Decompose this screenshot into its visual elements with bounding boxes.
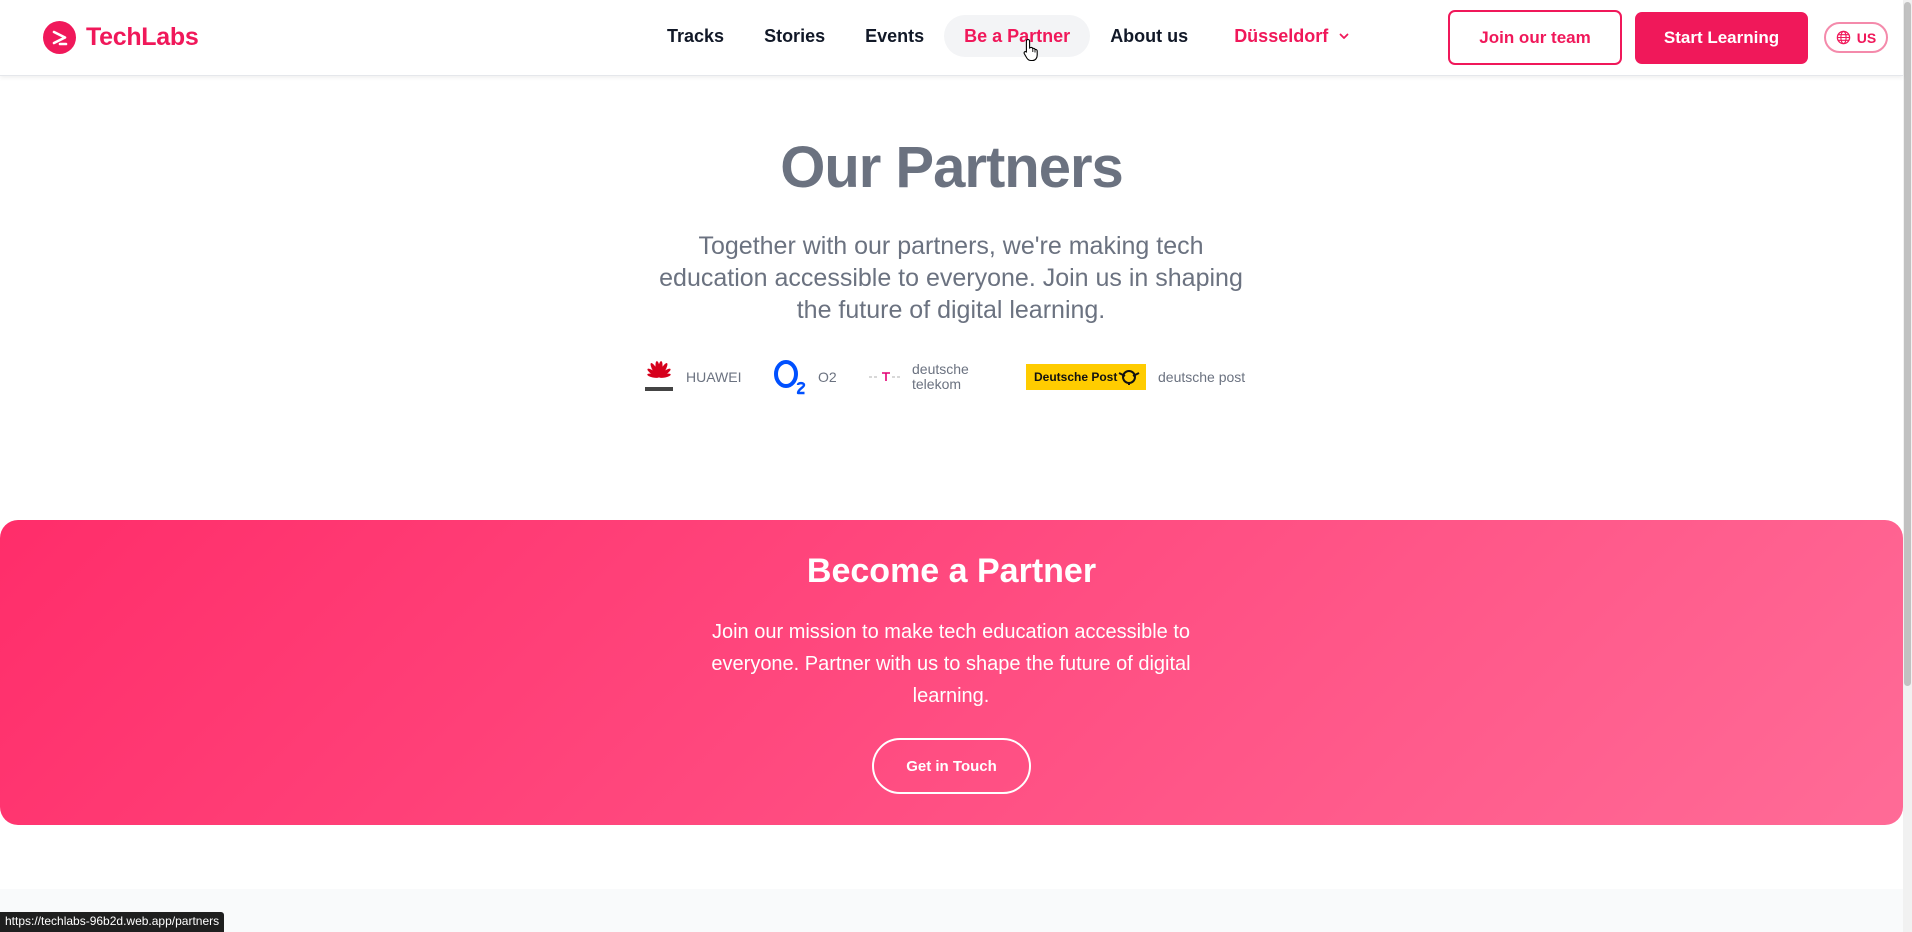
post-horn-icon <box>1118 370 1140 385</box>
become-partner-banner: Become a Partner Join our mission to mak… <box>0 520 1903 825</box>
scrollbar-track[interactable] <box>1903 0 1912 932</box>
footer <box>0 889 1903 932</box>
city-selector[interactable]: Düsseldorf <box>1214 15 1370 57</box>
telekom-logo-icon <box>869 372 900 381</box>
nav-link-events[interactable]: Events <box>845 15 944 57</box>
join-our-team-button[interactable]: Join our team <box>1448 10 1622 65</box>
partner-o2[interactable]: O2 <box>772 359 842 395</box>
partner-o2-label: O2 <box>818 368 837 385</box>
partner-deutsche-post[interactable]: Deutsche Post deutsche post <box>1026 364 1245 390</box>
nav-link-stories[interactable]: Stories <box>744 15 845 57</box>
city-label: Düsseldorf <box>1234 26 1329 46</box>
become-partner-title: Become a Partner <box>806 552 1097 590</box>
huawei-logo-icon <box>645 361 673 391</box>
partner-telekom-label-line2: telekom <box>912 376 962 392</box>
partners-subtitle: Together with our partners, we're making… <box>659 232 1243 324</box>
hand-cursor-icon <box>1023 38 1038 62</box>
partner-huawei[interactable]: HUAWEI <box>642 359 742 395</box>
o2-logo-icon <box>774 360 806 395</box>
partner-deutsche-telekom[interactable]: deutsche telekom <box>868 362 1002 392</box>
become-partner-text: Join our mission to make tech education … <box>711 621 1191 707</box>
get-in-touch-button[interactable]: Get in Touch <box>872 738 1031 794</box>
deutsche-post-badge-text: Deutsche Post <box>1034 370 1118 384</box>
nav-links: Tracks Stories Events Be a Partner About… <box>647 15 1370 57</box>
partner-logos: HUAWEI O2 deutsche telekom Deutsche Post… <box>642 357 1245 397</box>
nav-link-be-a-partner[interactable]: Be a Partner <box>944 15 1091 57</box>
top-navigation: TechLabs Tracks Stories Events Be a Part… <box>0 0 1903 76</box>
partner-telekom-label: deutsche telekom <box>912 362 969 392</box>
techlabs-logo-icon <box>43 21 76 54</box>
status-bar-url: https://techlabs-96b2d.web.app/partners <box>0 912 225 932</box>
nav-link-about-us[interactable]: About us <box>1090 15 1208 57</box>
partner-deutsche-post-label: deutsche post <box>1158 368 1246 385</box>
deutsche-post-logo-icon: Deutsche Post <box>1026 364 1146 390</box>
techlabs-logo[interactable]: TechLabs <box>43 21 199 54</box>
language-selector[interactable]: US <box>1824 22 1888 53</box>
partners-title: Our Partners <box>780 135 1124 200</box>
brand-name: TechLabs <box>86 23 199 51</box>
partner-telekom-label-line1: deutsche <box>912 361 969 377</box>
nav-link-tracks[interactable]: Tracks <box>647 15 744 57</box>
language-label: US <box>1856 29 1877 46</box>
start-learning-button[interactable]: Start Learning <box>1635 12 1808 64</box>
partner-huawei-label: HUAWEI <box>686 368 742 385</box>
scrollbar-thumb[interactable] <box>1904 2 1911 686</box>
chevron-down-icon <box>1339 33 1349 39</box>
globe-icon <box>1836 30 1851 45</box>
